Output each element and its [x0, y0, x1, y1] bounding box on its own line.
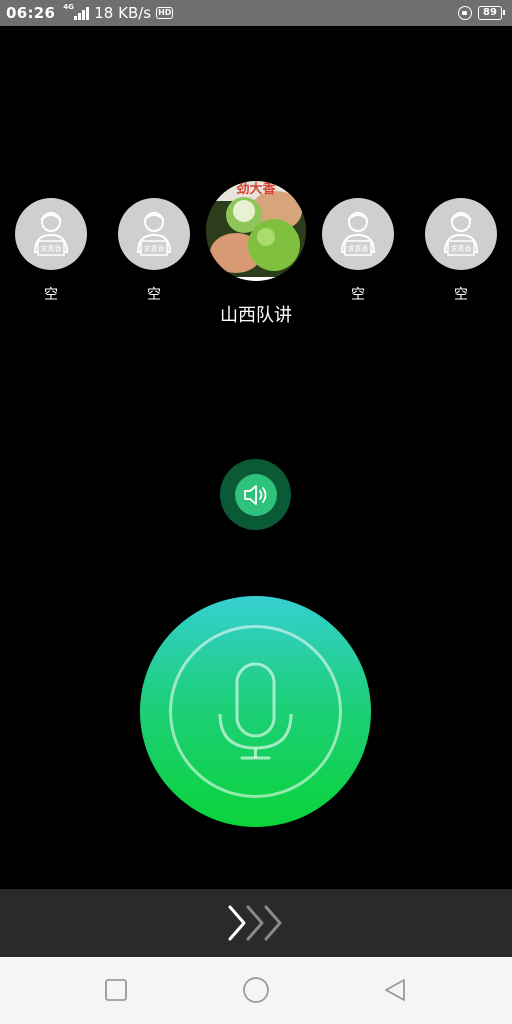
empty-seat-avatar: 求真香 [322, 198, 394, 270]
avatar-sign-text: 求真香 [348, 244, 369, 253]
microphone-icon [218, 662, 293, 760]
speaker-button-inner [234, 473, 277, 516]
network-speed: 18 KB/s [94, 4, 152, 22]
seat-5[interactable]: 求真香 空 [425, 198, 497, 304]
speaker-icon [243, 484, 266, 505]
microphone-button[interactable] [140, 596, 371, 827]
seat-1[interactable]: 求真香 空 [15, 198, 87, 304]
speaker-toggle-button[interactable] [220, 459, 291, 530]
seat-label: 空 [44, 287, 58, 303]
avatar-image-text: 劲大香 [236, 181, 276, 197]
avatar-sign-text: 求真香 [451, 244, 472, 253]
person-icon: 求真香 [136, 212, 172, 256]
fruit-avatar-image: 劲大香 [206, 181, 306, 281]
host-seat[interactable]: 劲大香 山西队讲 [206, 181, 306, 327]
host-avatar: 劲大香 [206, 181, 306, 281]
square-icon [105, 979, 127, 1001]
status-time: 06:26 [6, 4, 56, 22]
seat-label: 空 [454, 287, 468, 303]
voice-room-screen: 06:26 4G 18 KB/s HD 89 求真香 空 求真香 空 劲大香 山… [0, 0, 512, 1024]
back-button[interactable] [382, 977, 408, 1007]
chevrons-right-icon [228, 905, 282, 941]
avatar-sign-text: 求真香 [144, 244, 165, 253]
empty-seat-avatar: 求真香 [118, 198, 190, 270]
status-bar: 06:26 4G 18 KB/s HD 89 [0, 0, 512, 26]
system-navigation-bar [0, 957, 512, 1024]
network-type: 4G [63, 3, 74, 11]
seat-2[interactable]: 求真香 空 [118, 198, 190, 304]
person-icon: 求真香 [340, 212, 376, 256]
seat-label: 空 [147, 287, 161, 303]
triangle-left-icon [385, 979, 405, 1001]
host-name: 山西队讲 [220, 305, 292, 326]
empty-seat-avatar: 求真香 [15, 198, 87, 270]
person-icon: 求真香 [443, 212, 479, 256]
home-button[interactable] [242, 976, 270, 1008]
hd-voice-icon: HD [156, 7, 174, 19]
person-icon: 求真香 [33, 212, 69, 256]
empty-seat-avatar: 求真香 [425, 198, 497, 270]
seat-label: 空 [351, 287, 365, 303]
rotation-lock-icon [458, 6, 472, 20]
recent-apps-button[interactable] [104, 978, 128, 1006]
avatar-sign-text: 求真香 [41, 244, 62, 253]
swipe-bar[interactable] [0, 889, 512, 957]
battery-indicator: 89 [478, 6, 505, 20]
seat-4[interactable]: 求真香 空 [322, 198, 394, 304]
circle-icon [243, 977, 269, 1003]
signal-icon: 4G [63, 3, 90, 20]
